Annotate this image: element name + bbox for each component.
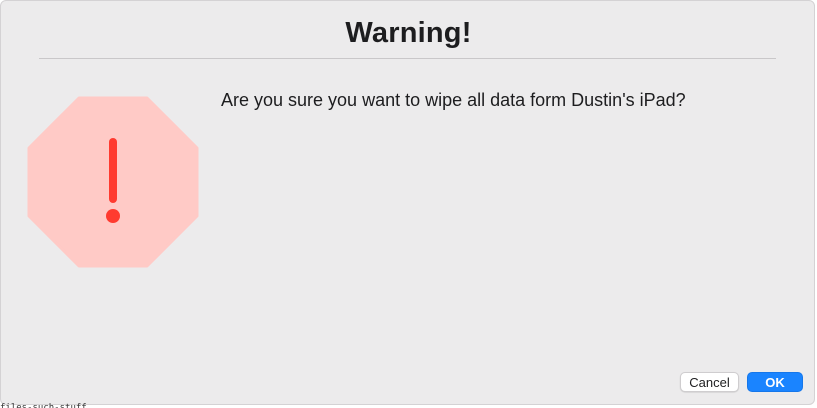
stop-warning-icon [27,96,199,268]
dialog-message: Are you sure you want to wipe all data f… [221,90,686,110]
background-window-text: files-such-stuff [0,403,87,408]
warning-dialog: Warning! Are you sure you want to wipe a… [0,0,815,405]
title-divider [39,58,776,59]
ok-button[interactable]: OK [747,372,803,392]
cancel-button[interactable]: Cancel [680,372,739,392]
exclamation-dot [106,209,120,223]
dialog-title: Warning! [345,17,472,49]
